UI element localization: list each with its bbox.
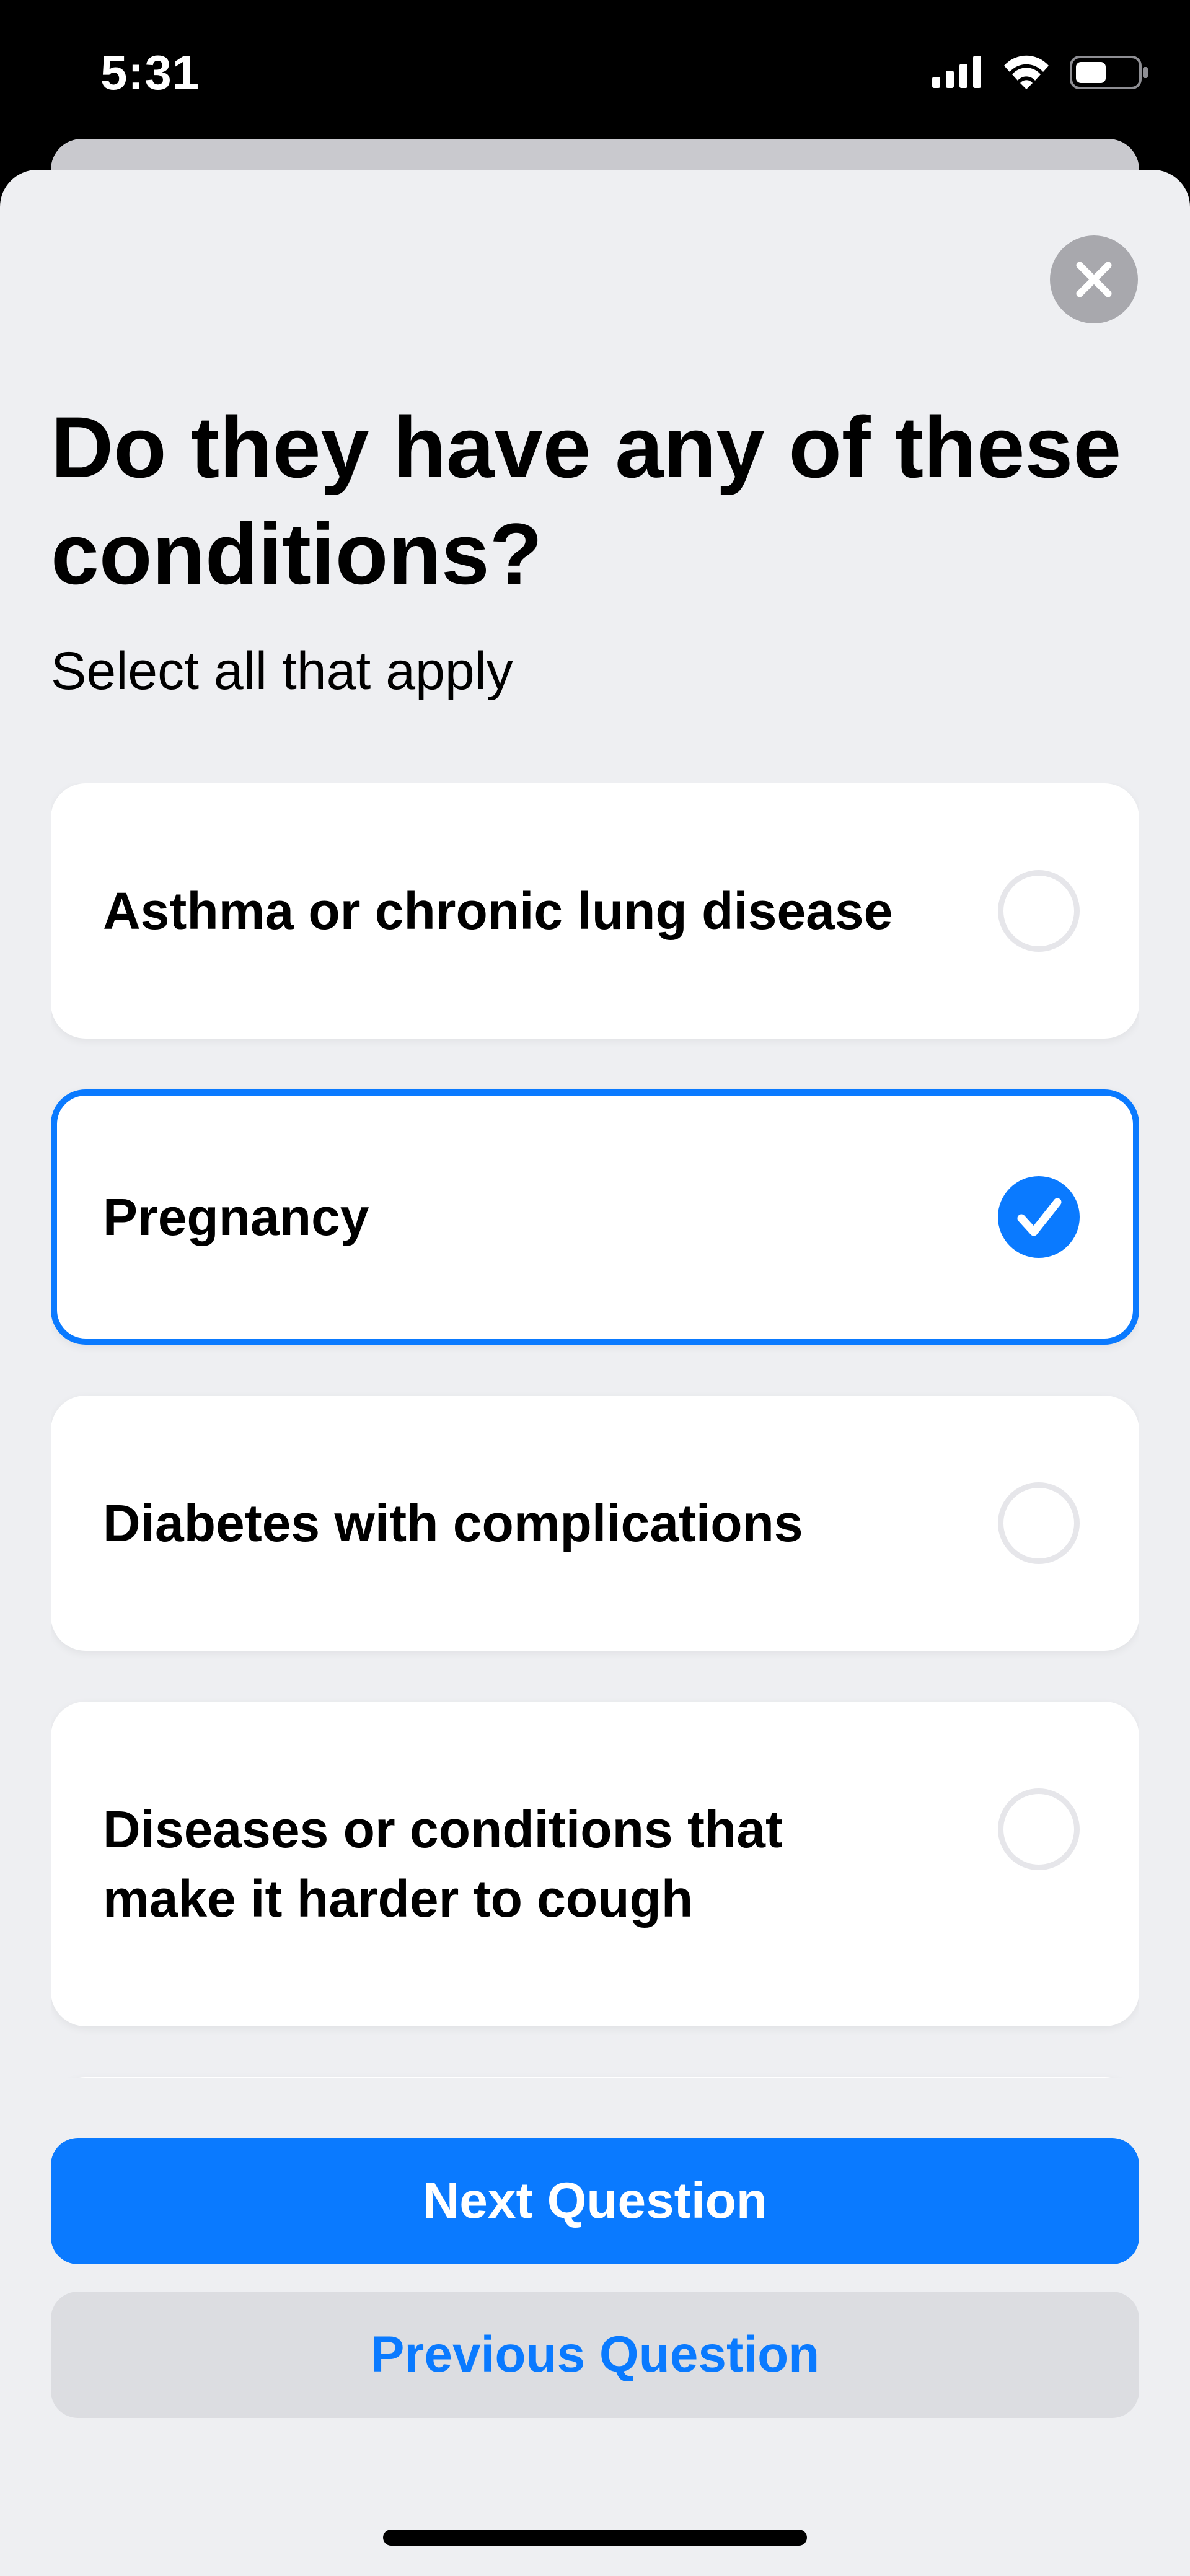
option-checkbox-empty[interactable] — [998, 1482, 1080, 1564]
wifi-icon — [1004, 55, 1049, 89]
question-title: Do they have any of these conditions? — [51, 398, 1122, 602]
option-label: Pregnancy — [103, 1188, 369, 1246]
option-pregnancy[interactable]: Pregnancy — [51, 1089, 1139, 1345]
option-checkbox-empty[interactable] — [998, 870, 1080, 952]
status-icons — [932, 55, 1148, 89]
cellular-signal-icon — [932, 56, 981, 88]
question-subtitle: Select all that apply — [51, 641, 513, 701]
close-icon — [1076, 262, 1112, 297]
status-time: 5:31 — [100, 45, 200, 100]
option-diabetes[interactable]: Diabetes with complications — [51, 1396, 1139, 1651]
previous-question-button[interactable]: Previous Question — [51, 2292, 1139, 2418]
checkmark-icon — [1017, 1198, 1062, 1236]
option-cough-conditions[interactable]: Diseases or conditions that make it hard… — [51, 1702, 1139, 2026]
options-list: Asthma or chronic lung disease Pregnancy… — [51, 783, 1139, 2078]
option-checkbox-checked[interactable] — [998, 1176, 1080, 1258]
option-label: Diabetes with complications — [103, 1494, 803, 1552]
option-asthma[interactable]: Asthma or chronic lung disease — [51, 783, 1139, 1039]
option-label: Asthma or chronic lung disease — [103, 882, 893, 940]
close-button[interactable] — [1050, 235, 1138, 323]
home-indicator — [383, 2530, 807, 2546]
status-bar: 5:31 — [0, 0, 1190, 143]
option-checkbox-empty[interactable] — [998, 1788, 1080, 1870]
question-sheet: Do they have any of these conditions? Se… — [0, 170, 1190, 2576]
option-label: Diseases or conditions that make it hard… — [103, 1800, 783, 1928]
battery-icon — [1070, 56, 1148, 89]
screen: 5:31 Do they have any of these condition… — [0, 0, 1190, 2576]
bottom-bar-background — [0, 2078, 1190, 2109]
next-question-button[interactable]: Next Question — [51, 2138, 1139, 2264]
